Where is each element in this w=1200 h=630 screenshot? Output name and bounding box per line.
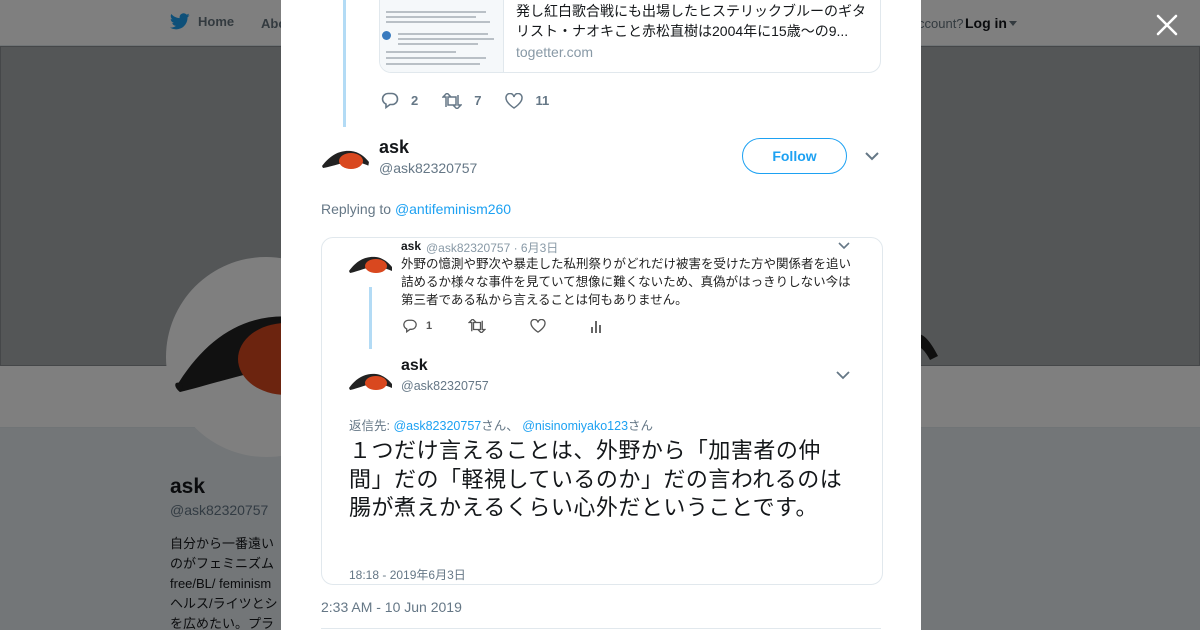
reply-icon: [381, 92, 399, 109]
heart-icon: [530, 319, 546, 333]
link-preview-card[interactable]: 発し紅白歌合戦にも出場したヒステリックブルーのギタリスト・ナオキこと赤松直樹は2…: [379, 0, 881, 73]
embedded-reply-user: @ask82320757: [393, 419, 482, 433]
link-preview-domain: togetter.com: [516, 44, 594, 60]
tweet-author-handle[interactable]: @ask82320757: [379, 160, 477, 176]
reply-icon: [403, 319, 417, 333]
embedded-reply-prefix: 返信先:: [349, 419, 390, 433]
replying-to-prefix: Replying to: [321, 201, 392, 217]
follow-button[interactable]: Follow: [742, 138, 847, 174]
retweet-action[interactable]: 7: [442, 92, 482, 109]
embedded-reply-suffix: さん: [628, 419, 654, 433]
embedded-reply-separator: さん、: [481, 419, 519, 433]
retweet-count: 7: [474, 93, 482, 108]
tweet-author-avatar[interactable]: [321, 136, 369, 184]
sushi-avatar-image: [349, 373, 392, 390]
reply-action[interactable]: 2: [381, 92, 418, 109]
embedded-chevron-icon: [838, 242, 850, 250]
tweet-author-name[interactable]: ask: [379, 137, 409, 158]
heart-icon: [505, 92, 524, 109]
embedded-reply-user: @nisinomiyako123: [522, 419, 629, 433]
replying-to-user-link[interactable]: @antifeminism260: [395, 201, 511, 217]
replying-to-line: Replying to @antifeminism260: [321, 201, 511, 217]
embedded-thread-line: [369, 287, 372, 349]
embedded-reply-count: 1: [426, 320, 433, 332]
sushi-avatar-image: [322, 150, 369, 169]
tweet-media-image[interactable]: ask @ask82320757 · 6月3日 外野の憶測や野次や暴走した私刑祭…: [321, 237, 883, 585]
embedded-author-handle: @ask82320757: [401, 379, 489, 393]
like-action[interactable]: 11: [505, 92, 550, 109]
reply-count: 2: [411, 93, 419, 108]
conversation-thread-line: [343, 0, 346, 127]
retweet-icon: [442, 92, 463, 109]
sushi-avatar-image: [349, 256, 392, 273]
embedded-chevron-icon: [836, 371, 850, 380]
close-icon[interactable]: [1154, 12, 1180, 38]
embedded-author-name: ask: [401, 239, 422, 253]
divider: [321, 628, 881, 629]
embedded-author-name: ask: [401, 357, 428, 374]
embedded-tweet-text: 外野の憶測や野次や暴走した私刑祭りがどれだけ被害を受けた方や関係者を追い詰めるか…: [401, 257, 852, 307]
previous-tweet-actions: 2 7 11: [381, 92, 573, 109]
embedded-main-text: １つだけ言えることは、外野から「加害者の仲間」だの「軽視しているのか」だの言われ…: [349, 438, 843, 520]
retweet-icon: [468, 319, 487, 333]
embedded-timestamp: 18:18 - 2019年6月3日: [349, 568, 466, 582]
tweet-timestamp[interactable]: 2:33 AM - 10 Jun 2019: [321, 599, 462, 615]
link-preview-thumbnail: [380, 0, 504, 72]
like-count: 11: [535, 93, 550, 108]
embedded-tweet-actions: 1: [402, 319, 646, 333]
embedded-reply-to: 返信先: @ask82320757さん、 @nisinomiyako123さん: [349, 415, 653, 434]
chevron-down-icon[interactable]: [865, 151, 879, 161]
tweet-permalink-modal: 発し紅白歌合戦にも出場したヒステリックブルーのギタリスト・ナオキこと赤松直樹は2…: [281, 0, 921, 630]
analytics-icon: [591, 321, 602, 333]
embedded-author-handle: @ask82320757 · 6月3日: [426, 241, 559, 255]
link-preview-title: 発し紅白歌合戦にも出場したヒステリックブルーのギタリスト・ナオキこと赤松直樹は2…: [516, 3, 866, 39]
